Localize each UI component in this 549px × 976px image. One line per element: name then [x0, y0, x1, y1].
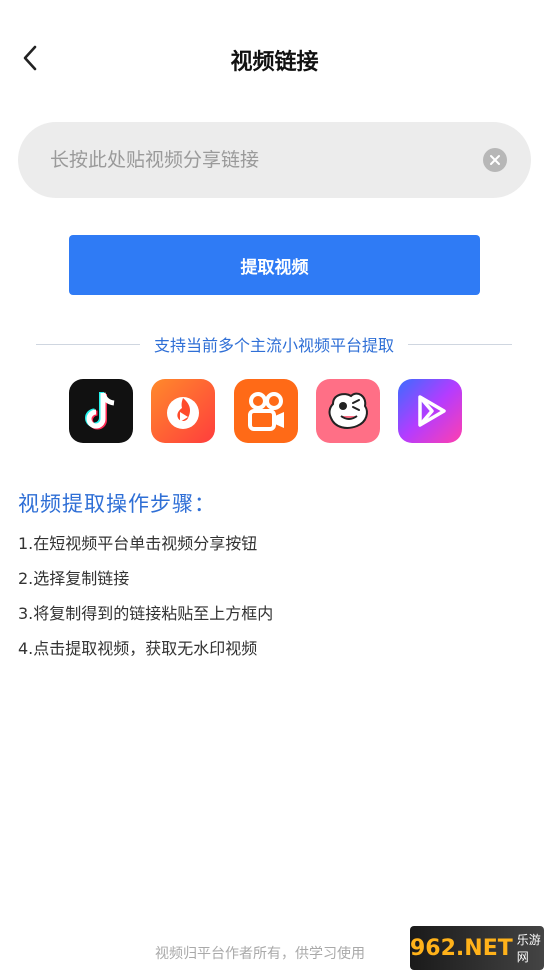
footer-disclaimer: 视频归平台作者所有，供学习使用 [155, 946, 365, 962]
supported-platforms-divider: 支持当前多个主流小视频平台提取 [36, 332, 513, 356]
tiktok-icon[interactable] [69, 379, 133, 443]
weishi-icon[interactable] [398, 379, 462, 443]
extract-video-button[interactable]: 提取视频 [69, 235, 480, 295]
step-item: 2.选择复制链接 [18, 569, 130, 588]
watermark-main-text: 962.NET [410, 935, 513, 961]
video-link-input[interactable] [50, 149, 483, 171]
step-item: 4.点击提取视频，获取无水印视频 [18, 639, 258, 658]
clear-input-button[interactable] [483, 148, 507, 172]
clear-circle-icon [490, 155, 500, 165]
link-input-box[interactable] [18, 122, 531, 198]
divider-line-left [36, 343, 140, 345]
kuaishou-icon[interactable] [233, 379, 298, 443]
step-item: 1.在短视频平台单击视频分享按钮 [18, 534, 258, 553]
watermark-logo: 962.NET 乐游网 [410, 926, 544, 970]
step-item: 3.将复制得到的链接粘贴至上方框内 [18, 604, 274, 623]
platform-icons-row [69, 379, 462, 443]
watermark-sub-text: 乐游网 [516, 933, 541, 964]
supported-platforms-text: 支持当前多个主流小视频平台提取 [154, 336, 395, 355]
huoshan-icon[interactable] [151, 379, 216, 443]
page-title: 视频链接 [230, 50, 319, 75]
divider-line-right [408, 343, 513, 345]
steps-list: 1.在短视频平台单击视频分享按钮 2.选择复制链接 3.将复制得到的链接粘贴至上… [18, 532, 273, 672]
steps-heading: 视频提取操作步骤： [18, 492, 216, 516]
pipixia-icon[interactable] [315, 379, 380, 443]
top-bar: 视频链接 [0, 0, 549, 118]
